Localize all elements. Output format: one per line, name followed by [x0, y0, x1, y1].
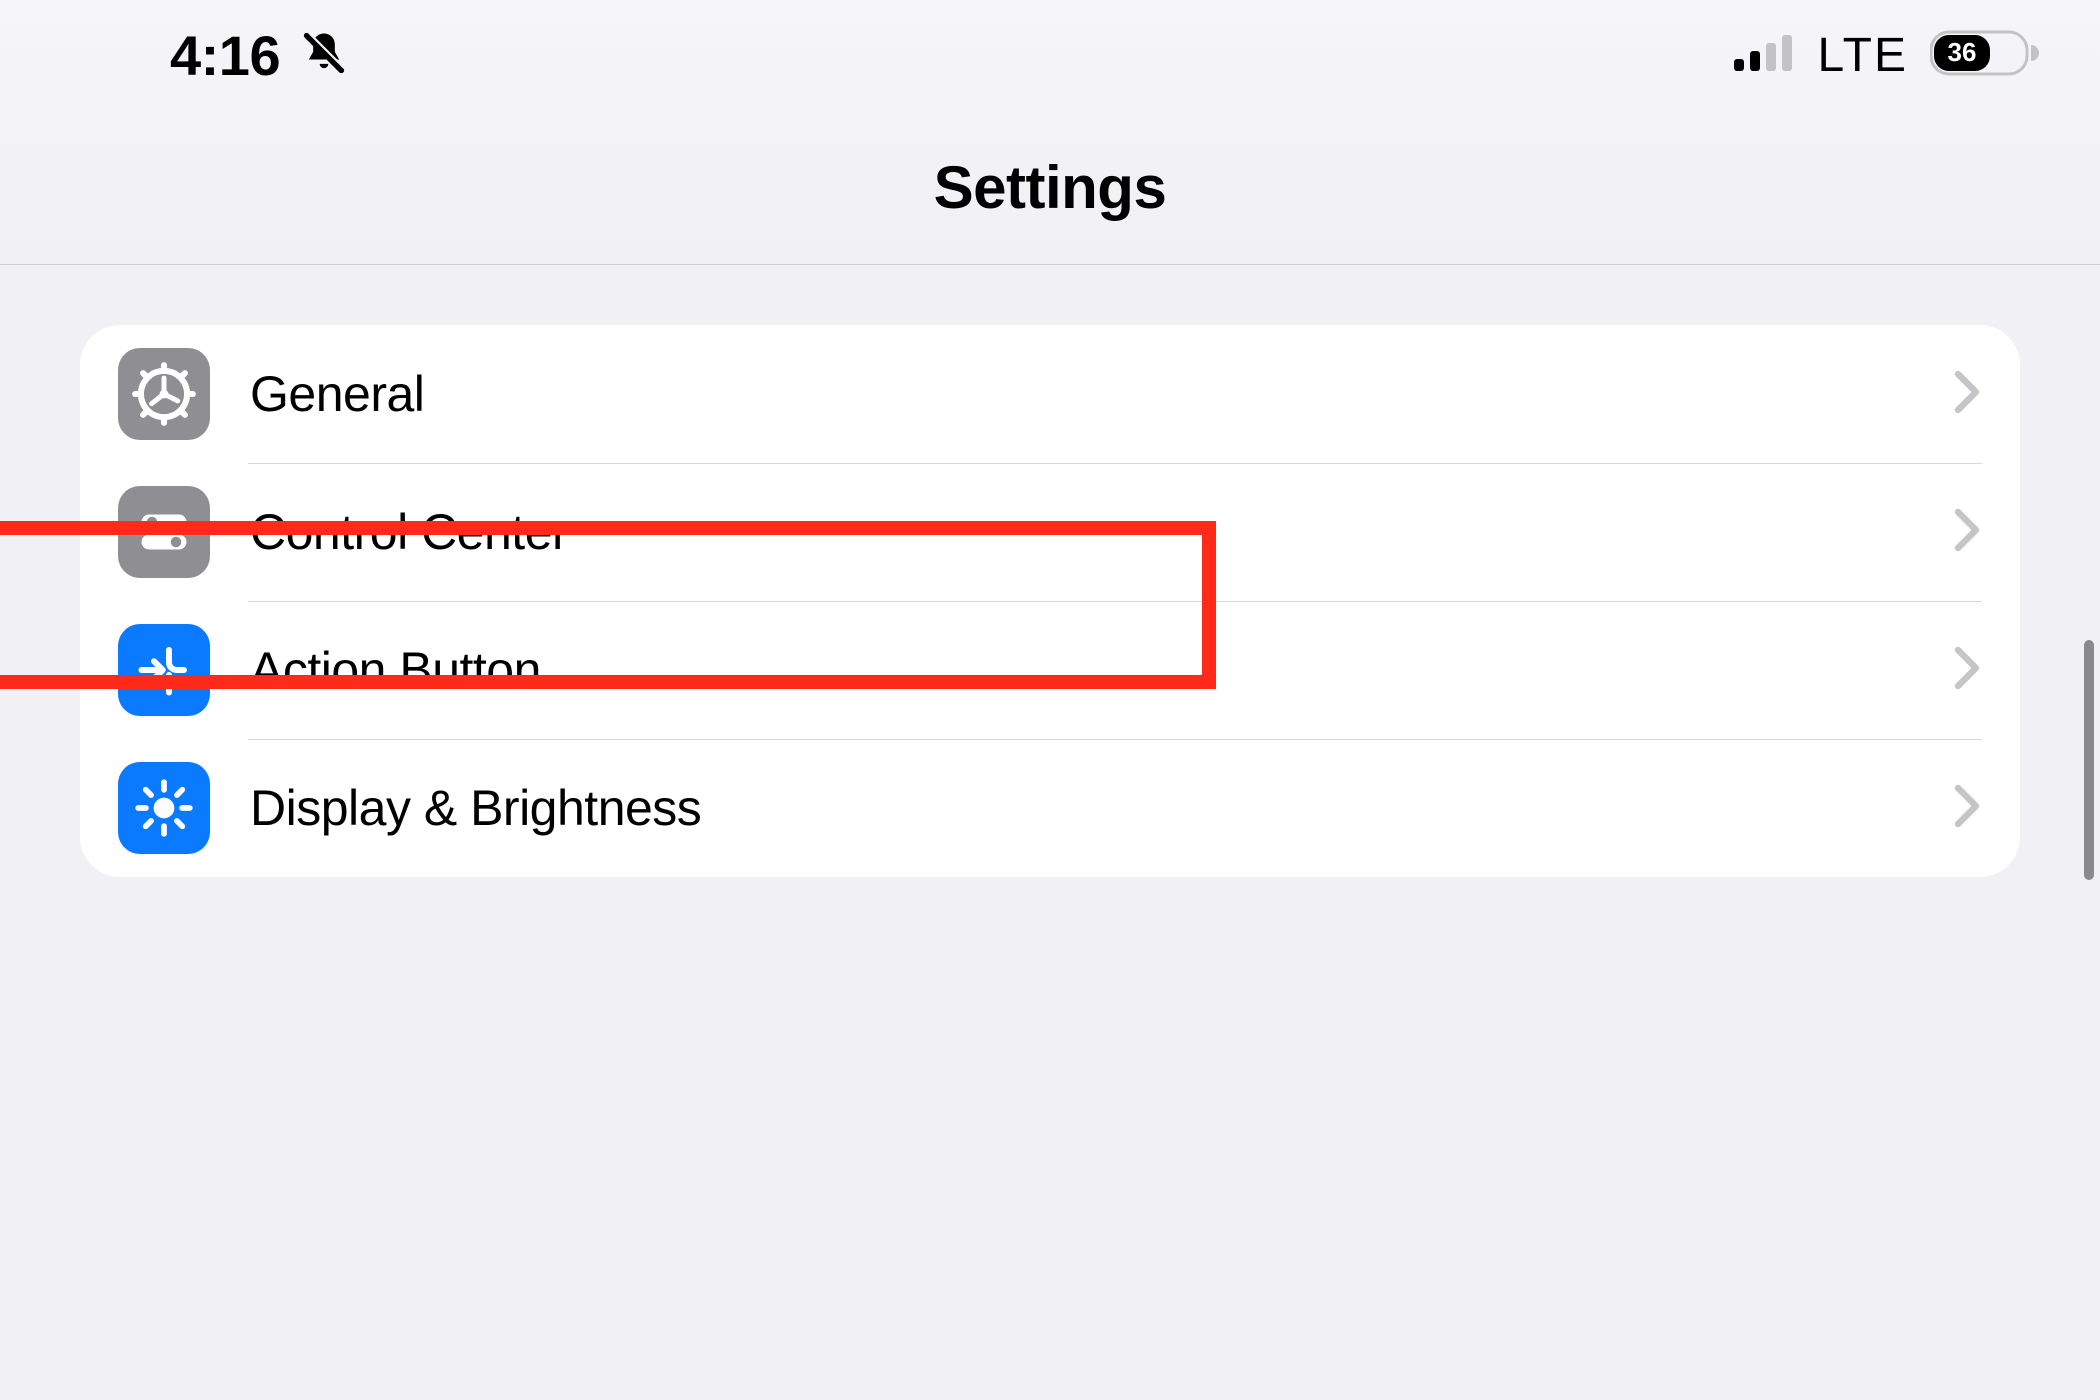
- settings-row-label: Action Button: [250, 641, 1954, 699]
- page-title: Settings: [934, 153, 1167, 222]
- settings-row-action-button[interactable]: Action Button: [80, 601, 2020, 739]
- chevron-right-icon: [1954, 646, 1982, 695]
- action-arrow-icon: [118, 624, 210, 716]
- switches-icon: [118, 486, 210, 578]
- chevron-right-icon: [1954, 370, 1982, 419]
- settings-row-control-center[interactable]: Control Center: [80, 463, 2020, 601]
- settings-row-label: Control Center: [250, 503, 1954, 561]
- chevron-right-icon: [1954, 508, 1982, 557]
- status-time: 4:16: [170, 23, 280, 88]
- scroll-indicator[interactable]: [2084, 640, 2094, 880]
- settings-row-general[interactable]: General: [80, 325, 2020, 463]
- settings-content: General Control Center: [0, 265, 2100, 877]
- settings-group: General Control Center: [80, 325, 2020, 877]
- settings-row-display-brightness[interactable]: Display & Brightness: [80, 739, 2020, 877]
- silent-bell-icon: [298, 27, 350, 84]
- svg-text:36: 36: [1948, 37, 1977, 67]
- chevron-right-icon: [1954, 784, 1982, 833]
- settings-row-label: Display & Brightness: [250, 779, 1954, 837]
- settings-row-label: General: [250, 365, 1954, 423]
- page-header: Settings: [0, 110, 2100, 265]
- battery-icon: 36: [1930, 29, 2040, 82]
- cellular-signal-icon: [1732, 33, 1796, 78]
- network-label: LTE: [1818, 28, 1908, 83]
- gear-icon: [118, 348, 210, 440]
- status-bar: 4:16 LTE 36: [0, 0, 2100, 110]
- sun-icon: [118, 762, 210, 854]
